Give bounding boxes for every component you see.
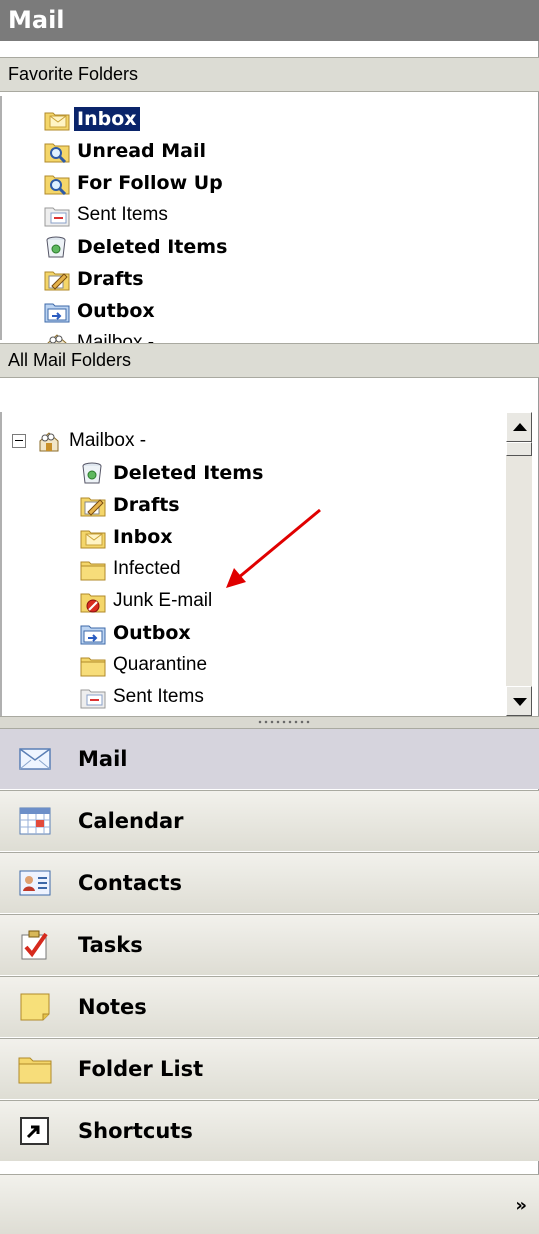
folder-icon (18, 1053, 52, 1085)
calendar-icon (18, 805, 52, 837)
favorite-folder-label: Drafts (77, 268, 144, 290)
pane-title: Mail (0, 0, 539, 41)
pane-splitter[interactable] (0, 716, 539, 728)
nav-button-shortcuts[interactable]: Shortcuts (0, 1100, 539, 1161)
favorite-folders-header[interactable]: Favorite Folders (0, 57, 539, 92)
favorite-folder-label: Unread Mail (77, 140, 207, 162)
nav-button-folder-list[interactable]: Folder List (0, 1038, 539, 1099)
sticky-note-icon (18, 991, 52, 1023)
sent-items-icon (44, 203, 70, 227)
nav-button-label: Tasks (78, 933, 143, 957)
favorite-folders-list: Inbox Unread Mail For Follow Up Sent Ite… (0, 96, 539, 354)
all-mail-folders-header[interactable]: All Mail Folders (0, 343, 539, 378)
favorite-folder-label: For Follow Up (77, 172, 223, 194)
favorite-folder-label: Inbox (74, 107, 140, 131)
nav-button-contacts[interactable]: Contacts (0, 852, 539, 913)
inbox-folder-icon (44, 107, 70, 131)
favorite-folder-outbox[interactable]: Outbox (44, 296, 158, 326)
nav-overflow-bar: » (0, 1174, 539, 1234)
scroll-down-button[interactable] (506, 686, 532, 716)
nav-button-notes[interactable]: Notes (0, 976, 539, 1037)
favorite-folder-for-follow-up[interactable]: For Follow Up (44, 168, 226, 198)
nav-button-label: Mail (78, 747, 128, 771)
scroll-up-button[interactable] (506, 412, 532, 442)
nav-button-calendar[interactable]: Calendar (0, 790, 539, 851)
splitter-grip[interactable] (257, 720, 311, 724)
nav-button-mail[interactable]: Mail (0, 728, 539, 789)
nav-button-tasks[interactable]: Tasks (0, 914, 539, 975)
shortcut-arrow-icon (18, 1115, 52, 1147)
favorite-folder-drafts[interactable]: Drafts (44, 264, 147, 294)
favorite-folder-inbox[interactable]: Inbox (44, 104, 140, 134)
nav-button-label: Calendar (78, 809, 184, 833)
favorite-folder-sent-items[interactable]: Sent Items (44, 200, 171, 230)
folder-tree-scrollbar[interactable] (506, 412, 532, 716)
favorite-folder-deleted-items[interactable]: Deleted Items (44, 232, 230, 262)
contact-card-icon (18, 867, 52, 899)
envelope-icon (18, 743, 52, 775)
favorite-folder-label: Sent Items (77, 204, 168, 225)
configure-buttons-chevron-icon[interactable]: » (515, 1195, 527, 1216)
navigation-pane: Mail Favorite Folders Inbox Unread Mail … (0, 0, 539, 1234)
all-mail-folders-tree: Mailbox - Deleted Items Drafts Inbox Inf… (0, 412, 506, 716)
favorite-folder-label: Outbox (77, 300, 155, 322)
favorite-folder-label: Deleted Items (77, 236, 228, 258)
annotation-arrow (226, 508, 321, 588)
outbox-icon (44, 299, 70, 323)
drafts-icon (44, 267, 70, 291)
favorite-folder-unread-mail[interactable]: Unread Mail (44, 136, 209, 166)
nav-button-label: Notes (78, 995, 147, 1019)
checkmark-clipboard-icon (18, 929, 52, 961)
search-folder-icon (44, 171, 70, 196)
nav-button-label: Folder List (78, 1057, 204, 1081)
trash-can-icon (44, 235, 70, 259)
scroll-thumb[interactable] (506, 442, 532, 456)
nav-button-label: Shortcuts (78, 1119, 193, 1143)
nav-button-label: Contacts (78, 871, 182, 895)
search-folder-icon (44, 139, 70, 164)
